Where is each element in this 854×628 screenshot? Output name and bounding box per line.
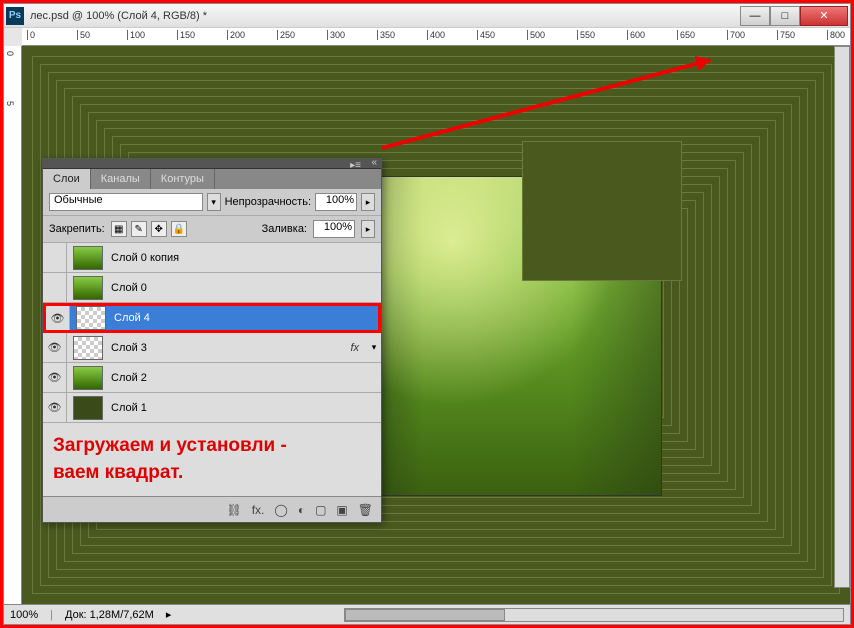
layer-row[interactable]: 👁 Слой 3 fx ▾ (43, 333, 381, 363)
fx-indicator[interactable]: fx (342, 342, 367, 354)
panel-header[interactable]: ▸≡ « (43, 159, 381, 169)
lock-label: Закрепить: (49, 223, 105, 235)
layer-name[interactable]: Слой 2 (109, 372, 381, 384)
adjustment-icon[interactable]: ◐ (298, 503, 305, 517)
mask-icon[interactable]: ◯ (274, 503, 287, 517)
close-button[interactable]: ✕ (800, 6, 848, 26)
lock-row: Закрепить: ▦ ✎ ✥ 🔒 Заливка: 100% ▸ (43, 216, 381, 243)
layer-thumbnail[interactable] (73, 396, 103, 420)
ruler-tick: 100 (127, 30, 145, 40)
visibility-toggle[interactable] (43, 243, 67, 272)
layer-row[interactable]: 👁 Слой 1 (43, 393, 381, 423)
document-size: Док: 1,28M/7,62M (65, 609, 154, 621)
layer-list: Слой 0 копия Слой 0 👁 Слой 4 👁 (43, 243, 381, 423)
ruler-vertical[interactable]: 0 5 (4, 46, 22, 604)
ruler-horizontal[interactable]: 0 50 100 150 200 250 300 350 400 450 500… (22, 28, 850, 46)
lock-position-icon[interactable]: ✥ (151, 221, 167, 237)
ruler-tick: 400 (427, 30, 445, 40)
ruler-tick: 5 (5, 101, 15, 106)
lock-all-icon[interactable]: 🔒 (171, 221, 187, 237)
lock-pixels-icon[interactable]: ✎ (131, 221, 147, 237)
layer-name[interactable]: Слой 3 (109, 342, 342, 354)
ruler-tick: 500 (527, 30, 545, 40)
ruler-tick: 0 (27, 30, 35, 40)
main-area: 0 5 // generate concentric lines later ▸… (4, 46, 850, 604)
zoom-level[interactable]: 100% (10, 609, 38, 621)
photoshop-icon: Ps (6, 7, 24, 25)
layer-thumbnail[interactable] (73, 276, 103, 300)
panel-footer: ⛓ fx. ◯ ◐ ▢ ▣ 🗑 (43, 496, 381, 522)
opacity-label: Непрозрачность: (225, 196, 311, 208)
ruler-tick: 600 (627, 30, 645, 40)
new-layer-icon[interactable]: ▣ (336, 503, 347, 517)
layer-row[interactable]: Слой 0 (43, 273, 381, 303)
window-title: лес.psd @ 100% (Слой 4, RGB/8) * (30, 10, 740, 22)
ruler-tick: 750 (777, 30, 795, 40)
statusbar: 100% | Док: 1,28M/7,62M ▸ (4, 604, 850, 624)
visibility-toggle[interactable]: 👁 (43, 333, 67, 362)
blend-row: Обычные ▾ Непрозрачность: 100% ▸ (43, 189, 381, 216)
visibility-toggle[interactable]: 👁 (43, 393, 67, 422)
fill-input[interactable]: 100% (313, 220, 355, 238)
tab-paths[interactable]: Контуры (151, 169, 215, 189)
link-icon[interactable]: ⛓ (226, 503, 241, 517)
ruler-tick: 300 (327, 30, 345, 40)
ruler-tick: 150 (177, 30, 195, 40)
panel-collapse-icon[interactable]: « (371, 157, 377, 168)
horizontal-scrollbar[interactable] (344, 608, 844, 622)
visibility-toggle[interactable] (43, 273, 67, 302)
ruler-tick: 50 (77, 30, 90, 40)
fx-expand-icon[interactable]: ▾ (367, 339, 381, 357)
layer-thumbnail[interactable] (73, 336, 103, 360)
opacity-arrow-icon[interactable]: ▸ (361, 193, 375, 211)
layer-thumbnail[interactable] (76, 306, 106, 330)
layer-name[interactable]: Слой 0 (109, 282, 381, 294)
lock-transparency-icon[interactable]: ▦ (111, 221, 127, 237)
opacity-input[interactable]: 100% (315, 193, 357, 211)
visibility-toggle[interactable]: 👁 (43, 363, 67, 392)
trash-icon[interactable]: 🗑 (358, 503, 373, 517)
canvas[interactable]: // generate concentric lines later ▸≡ « … (22, 46, 850, 604)
layer-row[interactable]: 👁 Слой 2 (43, 363, 381, 393)
blend-mode-select[interactable]: Обычные (49, 193, 203, 211)
ruler-tick: 200 (227, 30, 245, 40)
window-controls: — □ ✕ (740, 6, 848, 26)
photoshop-window: Ps лес.psd @ 100% (Слой 4, RGB/8) * — □ … (3, 3, 851, 625)
layer-row-selected[interactable]: 👁 Слой 4 (43, 303, 381, 333)
fill-arrow-icon[interactable]: ▸ (361, 220, 375, 238)
statusbar-separator: | (50, 609, 53, 621)
titlebar: Ps лес.psd @ 100% (Слой 4, RGB/8) * — □ … (4, 4, 850, 28)
layer-row[interactable]: Слой 0 копия (43, 243, 381, 273)
blend-dropdown-icon[interactable]: ▾ (207, 193, 221, 211)
panel-tabs: Слои Каналы Контуры (43, 169, 381, 189)
ruler-tick: 250 (277, 30, 295, 40)
layer-name[interactable]: Слой 1 (109, 402, 381, 414)
ruler-tick: 700 (727, 30, 745, 40)
vertical-scrollbar[interactable] (834, 46, 850, 588)
layer-name[interactable]: Слой 4 (112, 312, 378, 324)
ruler-tick: 550 (577, 30, 595, 40)
maximize-button[interactable]: □ (770, 6, 800, 26)
ruler-tick: 650 (677, 30, 695, 40)
layer-thumbnail[interactable] (73, 246, 103, 270)
tab-layers[interactable]: Слои (43, 169, 91, 189)
visibility-toggle[interactable]: 👁 (46, 306, 70, 330)
fill-label: Заливка: (262, 223, 307, 235)
panel-menu-icon[interactable]: ▸≡ (350, 160, 361, 171)
scroll-thumb[interactable] (345, 609, 505, 621)
ruler-tick: 450 (477, 30, 495, 40)
tab-channels[interactable]: Каналы (91, 169, 151, 189)
annotation-text: Загружаем и установли - ваем квадрат. (43, 423, 381, 496)
square-overlay (522, 141, 682, 281)
folder-icon[interactable]: ▢ (315, 503, 326, 517)
statusbar-arrow-icon[interactable]: ▸ (166, 608, 172, 621)
minimize-button[interactable]: — (740, 6, 770, 26)
ruler-tick: 350 (377, 30, 395, 40)
ruler-tick: 800 (827, 30, 845, 40)
layer-thumbnail[interactable] (73, 366, 103, 390)
fx-icon[interactable]: fx. (252, 503, 265, 517)
ruler-tick: 0 (5, 51, 15, 56)
layers-panel[interactable]: ▸≡ « Слои Каналы Контуры Обычные ▾ Непро… (42, 158, 382, 523)
layer-name[interactable]: Слой 0 копия (109, 252, 381, 264)
